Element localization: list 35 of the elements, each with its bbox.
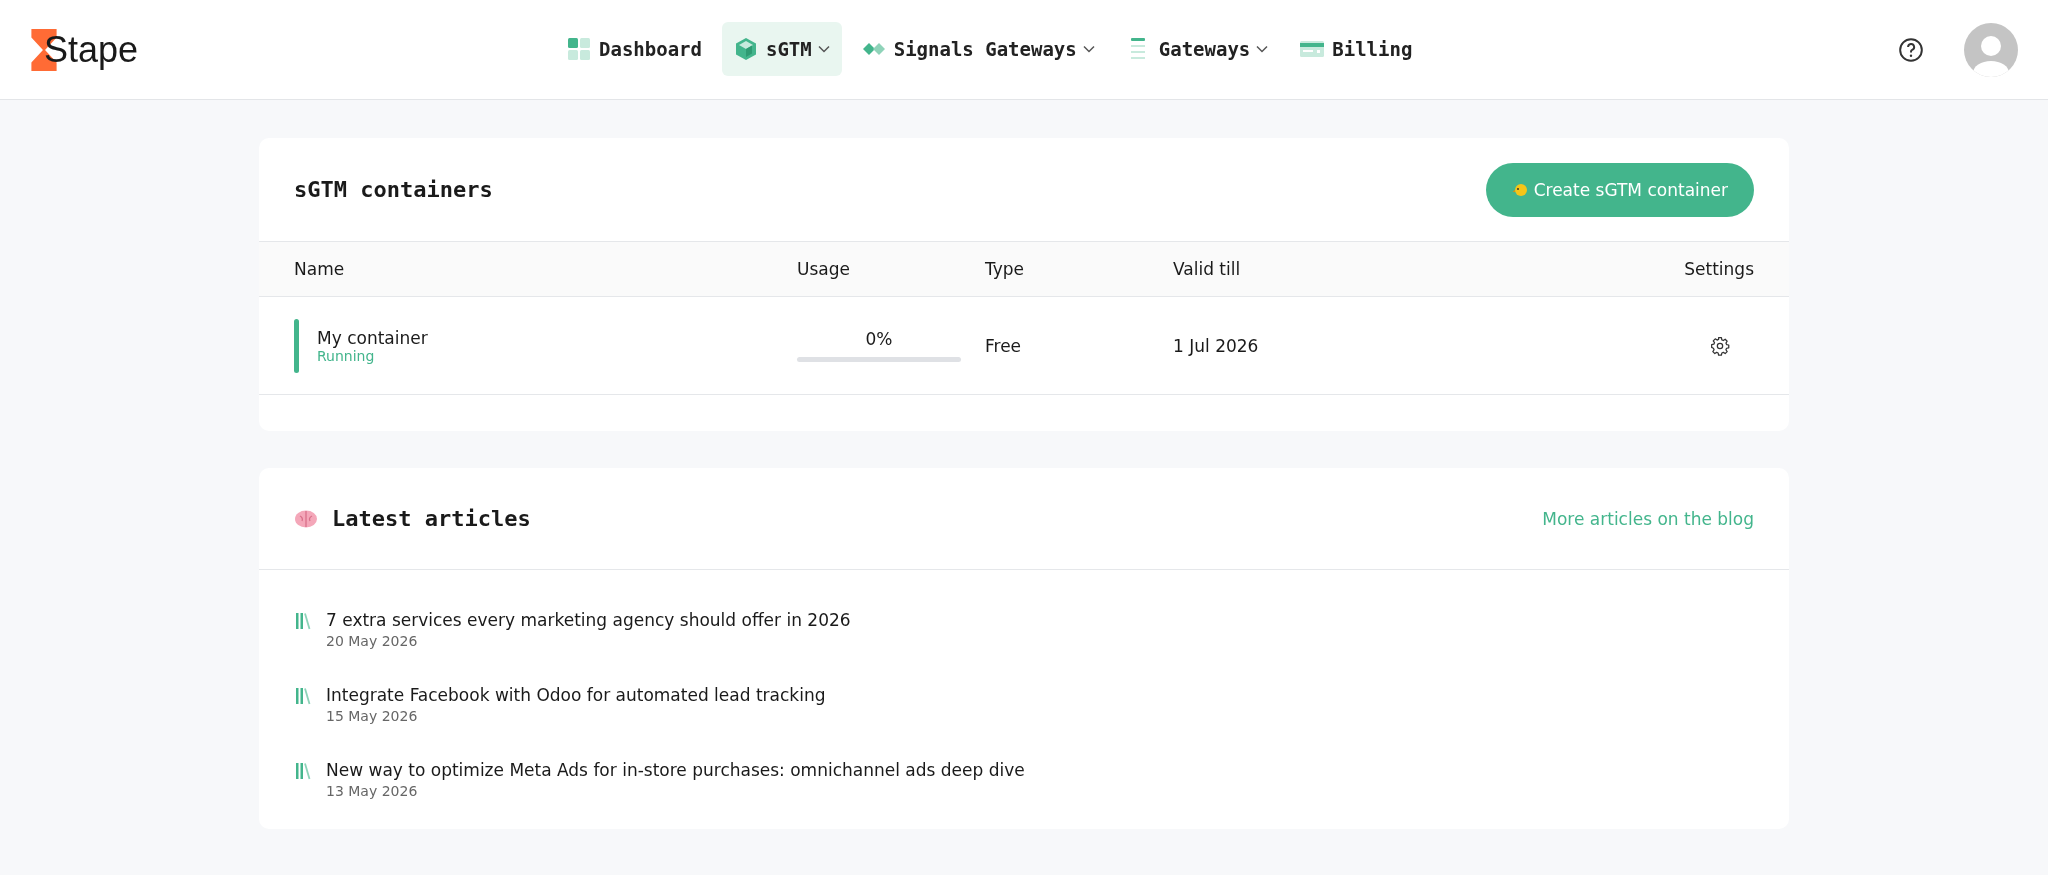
table-cell-text: 1 Jul 2026 <box>1173 335 1260 356</box>
column-header: Settings <box>1684 259 1754 279</box>
container-name[interactable]: My container <box>317 327 428 348</box>
article-link[interactable]: New way to optimize Meta Ads for in-store purchases: omnichannel ads deep dive <box>326 760 1025 780</box>
card-title: sGTM containers <box>294 177 493 202</box>
settings-icon[interactable] <box>1710 335 1730 356</box>
article-link[interactable]: 7 extra services every marketing agency should offer in 2026 <box>326 610 851 630</box>
table-cell-text: Free <box>985 335 1023 356</box>
nav-tab[interactable]: Signals Gateways <box>849 22 1107 76</box>
books-icon <box>294 762 312 780</box>
logo[interactable]: Stape <box>30 28 139 71</box>
column-header: Usage <box>797 259 851 279</box>
nav-tab[interactable]: sGTM <box>721 22 842 76</box>
books-icon <box>294 612 312 630</box>
article-date: 15 May 2026 <box>326 708 419 724</box>
nav-tab[interactable]: Gateways <box>1114 22 1281 76</box>
container-status: Running <box>317 347 376 364</box>
usage-value: 0% <box>865 329 893 349</box>
column-header: Name <box>294 259 346 279</box>
grid-icon <box>567 37 591 61</box>
article-link[interactable]: Integrate Facebook with Odoo for automated lead tracking <box>326 685 826 705</box>
card-title: Latest articles <box>332 506 531 531</box>
column-header: Valid till <box>1173 259 1242 279</box>
chevron-down-icon <box>817 45 830 53</box>
chevron-down-icon <box>1082 45 1095 53</box>
article-date: 20 May 2026 <box>326 633 419 649</box>
nav-tab[interactable]: Dashboard <box>555 22 714 76</box>
books-icon <box>294 687 312 705</box>
nav-tab[interactable]: Billing <box>1288 22 1425 76</box>
chevron-down-icon <box>1256 45 1269 53</box>
help-icon[interactable] <box>1898 36 1924 63</box>
chick-icon <box>1511 181 1528 198</box>
column-header: Type <box>985 259 1026 279</box>
article-date: 13 May 2026 <box>326 783 419 799</box>
cube-icon <box>733 37 758 61</box>
